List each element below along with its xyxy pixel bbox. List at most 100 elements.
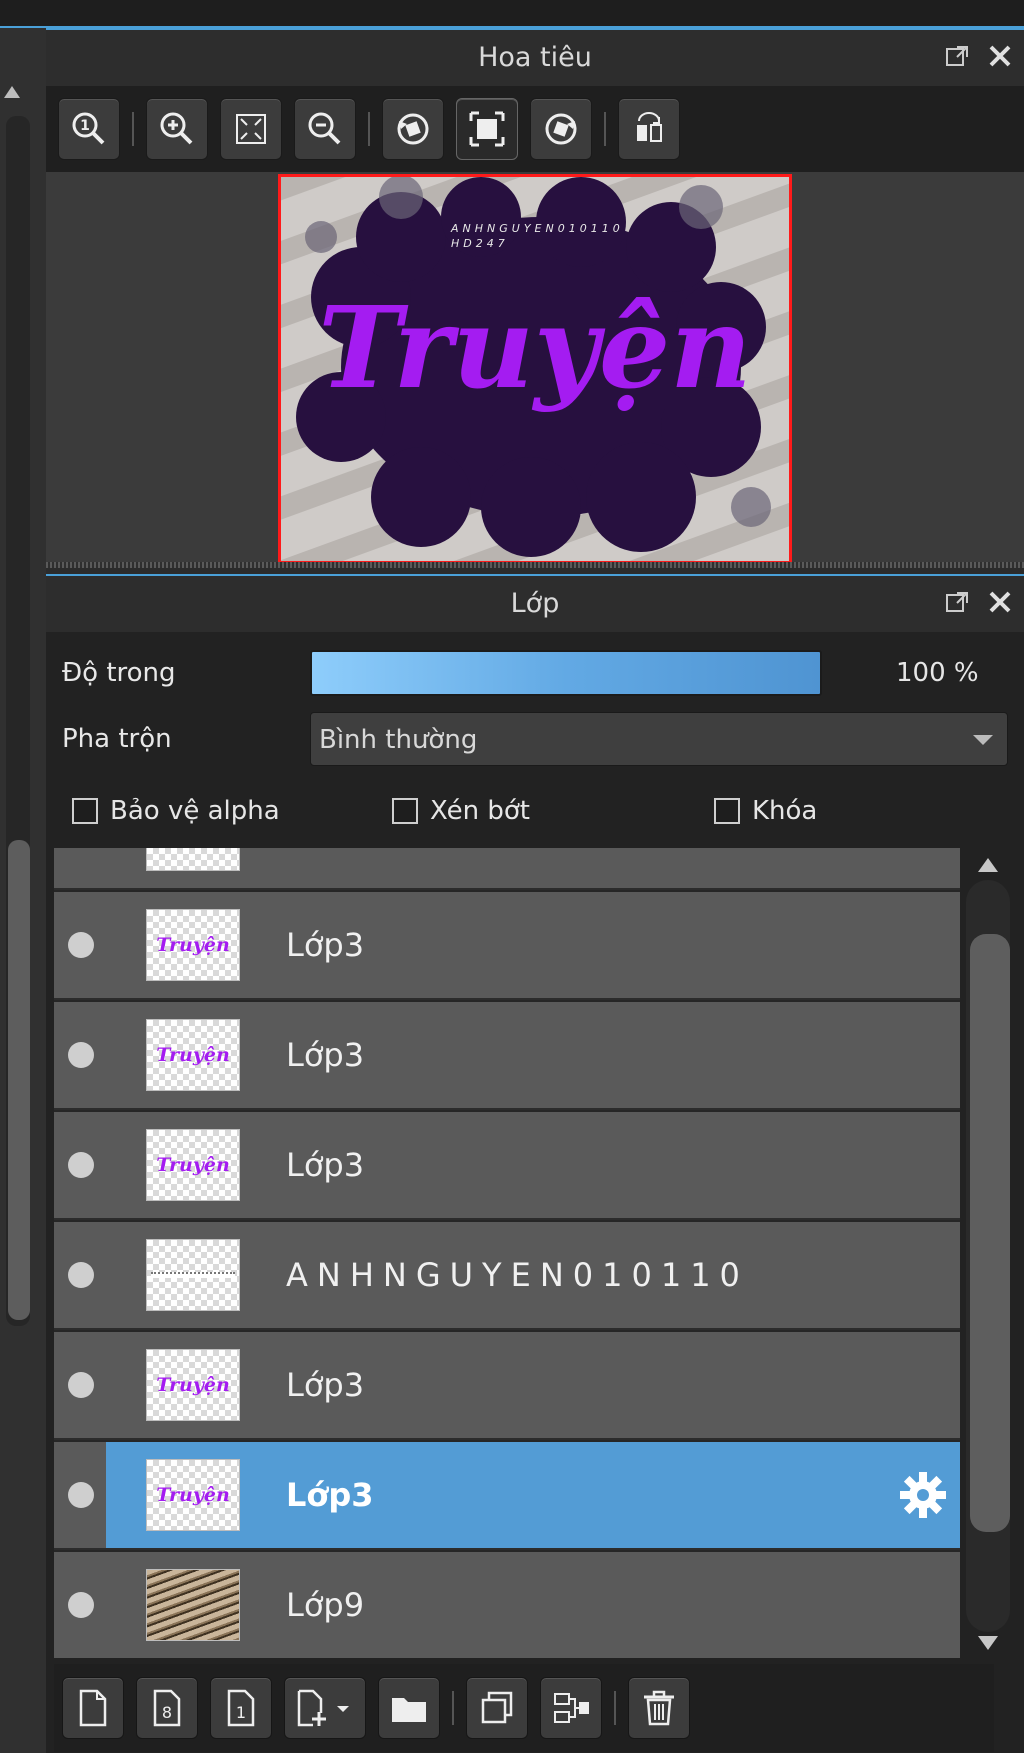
new-layer-icon[interactable] [62, 1677, 124, 1739]
toolbar-separator [614, 1691, 616, 1725]
visibility-toggle-icon[interactable] [68, 1372, 94, 1398]
preview-small-text-2: HD247 [451, 237, 509, 250]
merge-down-icon[interactable] [540, 1677, 602, 1739]
toolbar-separator [452, 1691, 454, 1725]
layer-thumbnail [146, 848, 240, 871]
preview-main-word: Truyện [318, 283, 751, 414]
visibility-toggle-icon[interactable] [68, 1262, 94, 1288]
navigator-toolbar: 1 [46, 86, 1024, 172]
navigator-canvas-preview[interactable]: ANHNGUYEN010110 HD247 Truyện [278, 174, 792, 564]
layer-thumbnail: Truyện [146, 1129, 240, 1201]
checkbox-box[interactable] [72, 798, 98, 824]
navigator-title: Hoa tiêu [478, 42, 592, 73]
thumbnail-line [151, 1272, 235, 1278]
close-icon[interactable] [986, 42, 1014, 70]
toolbar-separator [604, 112, 606, 146]
lock-label: Khóa [752, 796, 818, 826]
thumbnail-word: Truyện [156, 1154, 230, 1176]
preview-small-text-1: ANHNGUYEN010110 [450, 222, 624, 235]
lock-checkbox[interactable]: Khóa [714, 796, 817, 826]
popout-icon[interactable] [944, 588, 972, 616]
blend-mode-label: Pha trộn [62, 724, 172, 754]
zoom-out-icon[interactable] [294, 98, 356, 160]
checkbox-box[interactable] [714, 798, 740, 824]
zoom-in-icon[interactable] [146, 98, 208, 160]
layers-panel: Lớp Độ trong 100 % Pha trộn Bình thường … [46, 574, 1024, 1753]
visibility-toggle-icon[interactable] [68, 1592, 94, 1618]
scroll-up-arrow[interactable] [978, 858, 998, 872]
layer-scrollbar-thumb[interactable] [970, 934, 1010, 1532]
rotate-right-icon[interactable] [530, 98, 592, 160]
layer-name: Lớp3 [286, 926, 365, 964]
layer-name: Lớp3 [286, 1366, 365, 1404]
layers-title: Lớp [510, 588, 560, 619]
top-strip [0, 0, 1024, 28]
clip-checkbox[interactable]: Xén bớt [392, 796, 530, 826]
layer-row-selected[interactable]: Truyện Lớp3 [54, 1442, 960, 1550]
scroll-down-arrow[interactable] [978, 1636, 998, 1650]
chevron-down-icon [973, 735, 993, 745]
blend-mode-value: Bình thường [319, 725, 478, 755]
layer-list: Truyện Lớp3 Truyện Lớp3 Truyện Lớp3 ANHNGUYEN0… [54, 848, 960, 1658]
layer-thumbnail: Truyện [146, 909, 240, 981]
svg-text:8: 8 [162, 1703, 172, 1722]
visibility-toggle-icon[interactable] [68, 1482, 94, 1508]
thumbnail-word: Truyện [156, 1484, 230, 1506]
thumbnail-word: Truyện [156, 1044, 230, 1066]
opacity-slider[interactable] [310, 650, 822, 696]
svg-text:1: 1 [80, 118, 90, 134]
layer-name: Lớp3 [286, 1146, 365, 1184]
visibility-toggle-icon[interactable] [68, 1042, 94, 1068]
thumbnail-word: Truyện [156, 934, 230, 956]
layer-toolbar: 8 1 [54, 1664, 994, 1752]
layer-row[interactable]: Lớp9 [54, 1552, 960, 1658]
rotate-left-icon[interactable] [382, 98, 444, 160]
new-1bit-layer-icon[interactable]: 1 [210, 1677, 272, 1739]
layer-name: Lớp9 [286, 1586, 365, 1624]
add-layer-dropdown-icon[interactable] [284, 1677, 366, 1739]
navigator-panel: Hoa tiêu 1 ANHNGUYEN010110 HD247 Truyện [46, 28, 1024, 568]
protect-alpha-label: Bảo vệ alpha [110, 796, 280, 826]
layer-settings-gear-icon[interactable] [898, 1470, 948, 1520]
layer-row[interactable]: Truyện Lớp3 [54, 892, 960, 1000]
navigator-title-bar: Hoa tiêu [46, 28, 1024, 86]
layer-name: ANHNGUYEN010110 [286, 1256, 749, 1294]
layer-thumbnail: Truyện [146, 1459, 240, 1531]
layer-name: Lớp3 [286, 1476, 374, 1514]
checkbox-box[interactable] [392, 798, 418, 824]
layer-row-partial[interactable] [54, 848, 960, 890]
new-8bit-layer-icon[interactable]: 8 [136, 1677, 198, 1739]
close-icon[interactable] [986, 588, 1014, 616]
layer-thumbnail [146, 1239, 240, 1311]
new-folder-icon[interactable] [378, 1677, 440, 1739]
popout-icon[interactable] [944, 42, 972, 70]
opacity-value: 100 % [896, 658, 979, 688]
protect-alpha-checkbox[interactable]: Bảo vệ alpha [72, 796, 280, 826]
left-scrollbar-thumb[interactable] [8, 840, 30, 1320]
layer-thumbnail: Truyện [146, 1019, 240, 1091]
layer-row[interactable]: ANHNGUYEN010110 [54, 1222, 960, 1330]
blend-mode-select[interactable]: Bình thường [310, 712, 1008, 766]
panel-splitter[interactable] [46, 562, 1024, 568]
thumbnail-word: Truyện [156, 1374, 230, 1396]
zoom-actual-icon[interactable]: 1 [58, 98, 120, 160]
clip-label: Xén bớt [430, 796, 530, 826]
delete-layer-icon[interactable] [628, 1677, 690, 1739]
fit-screen-icon[interactable] [220, 98, 282, 160]
visibility-toggle-icon[interactable] [68, 1152, 94, 1178]
layer-thumbnail [146, 1569, 240, 1641]
left-scroll-up-arrow[interactable] [4, 86, 20, 98]
duplicate-layer-icon[interactable] [466, 1677, 528, 1739]
layer-row[interactable]: Truyện Lớp3 [54, 1002, 960, 1110]
layer-name: Lớp3 [286, 1036, 365, 1074]
layers-title-bar: Lớp [46, 574, 1024, 632]
toolbar-separator [368, 112, 370, 146]
opacity-label: Độ trong [62, 658, 176, 688]
toolbar-separator [132, 112, 134, 146]
flip-horizontal-icon[interactable] [618, 98, 680, 160]
layer-row[interactable]: Truyện Lớp3 [54, 1112, 960, 1220]
layer-row[interactable]: Truyện Lớp3 [54, 1332, 960, 1440]
svg-text:1: 1 [236, 1703, 246, 1722]
visibility-toggle-icon[interactable] [68, 932, 94, 958]
fit-canvas-icon[interactable] [456, 98, 518, 160]
